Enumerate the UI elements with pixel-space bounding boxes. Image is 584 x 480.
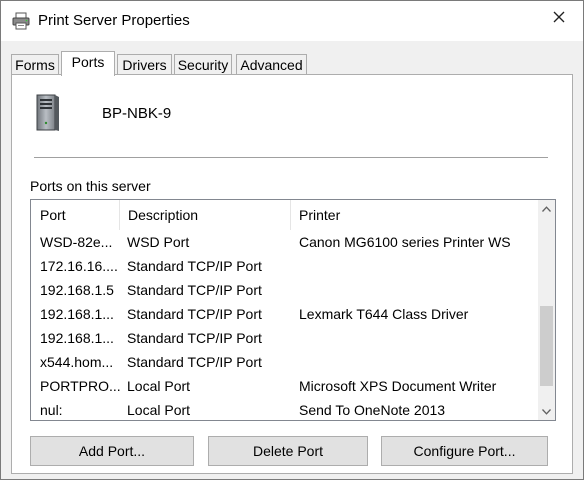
server-name: BP-NBK-9 xyxy=(102,105,172,122)
tab-forms[interactable]: Forms xyxy=(11,54,59,74)
printer-icon xyxy=(12,12,30,30)
scroll-thumb[interactable] xyxy=(540,306,553,386)
vertical-scrollbar[interactable] xyxy=(538,200,555,420)
port-name: PORTPRO... xyxy=(40,378,121,394)
port-row[interactable]: 192.168.1.5 Standard TCP/IP Port xyxy=(31,278,523,302)
configure-port-button[interactable]: Configure Port... xyxy=(381,436,548,466)
port-name: 192.168.1... xyxy=(40,330,114,346)
server-icon xyxy=(34,93,60,133)
port-printer xyxy=(299,278,523,302)
ports-list[interactable]: Port Description Printer WSD-82e... WSD … xyxy=(30,199,556,421)
port-row[interactable]: PORTPRO... Local Port Microsoft XPS Docu… xyxy=(31,374,523,398)
close-icon xyxy=(553,11,565,23)
chevron-up-icon xyxy=(542,205,551,212)
tab-security[interactable]: Security xyxy=(174,54,232,74)
port-row[interactable]: 192.168.1... Standard TCP/IP Port Lexmar… xyxy=(31,302,523,326)
scroll-down-button[interactable] xyxy=(538,403,555,420)
port-name: 192.168.1... xyxy=(40,306,114,322)
ports-tab-panel: BP-NBK-9 Ports on this server Port Descr… xyxy=(11,74,573,474)
port-name: 192.168.1.5 xyxy=(40,282,114,298)
port-printer xyxy=(299,350,523,374)
port-printer xyxy=(299,254,523,278)
port-description: Standard TCP/IP Port xyxy=(127,306,262,322)
port-description: WSD Port xyxy=(127,234,190,250)
tab-advanced[interactable]: Advanced xyxy=(236,54,307,74)
port-row[interactable]: 192.168.1... Standard TCP/IP Port xyxy=(31,326,523,350)
port-name: nul: xyxy=(40,402,63,418)
port-printer: Microsoft XPS Document Writer xyxy=(299,378,497,394)
chevron-down-icon xyxy=(542,408,551,415)
port-description: Local Port xyxy=(127,402,191,418)
column-header-port[interactable]: Port xyxy=(31,200,119,230)
add-port-button[interactable]: Add Port... xyxy=(30,436,194,466)
port-name: x544.hom... xyxy=(40,354,114,370)
port-row[interactable]: 172.16.16.... Standard TCP/IP Port xyxy=(31,254,523,278)
port-row[interactable]: x544.hom... Standard TCP/IP Port xyxy=(31,350,523,374)
scroll-up-button[interactable] xyxy=(538,200,555,217)
port-description: Standard TCP/IP Port xyxy=(127,282,262,298)
ports-list-label: Ports on this server xyxy=(30,178,151,194)
port-printer: Send To OneNote 2013 xyxy=(299,402,446,418)
delete-port-button[interactable]: Delete Port xyxy=(208,436,368,466)
tab-drivers[interactable]: Drivers xyxy=(117,54,172,74)
tab-ports[interactable]: Ports xyxy=(61,51,115,76)
window-title: Print Server Properties xyxy=(38,12,190,29)
port-printer: Lexmark T644 Class Driver xyxy=(299,306,469,322)
ports-list-header: Port Description Printer xyxy=(31,200,523,230)
column-header-description[interactable]: Description xyxy=(119,200,290,230)
port-printer xyxy=(299,326,523,350)
port-row[interactable]: nul: Local Port Send To OneNote 2013 xyxy=(31,398,523,420)
port-description: Standard TCP/IP Port xyxy=(127,258,262,274)
port-name: WSD-82e... xyxy=(40,234,113,250)
port-name: 172.16.16.... xyxy=(40,258,118,274)
title-bar[interactable]: Print Server Properties xyxy=(1,1,583,41)
port-description: Standard TCP/IP Port xyxy=(127,330,262,346)
port-description: Standard TCP/IP Port xyxy=(127,354,262,370)
print-server-properties-window: Print Server Properties Forms Ports Driv… xyxy=(0,0,584,480)
dialog-client-area: Forms Ports Drivers Security Advanced BP… xyxy=(1,41,583,479)
port-row[interactable]: WSD-82e... WSD Port Canon MG6100 series … xyxy=(31,230,523,254)
port-printer: Canon MG6100 series Printer WS xyxy=(299,234,511,250)
close-button[interactable] xyxy=(549,7,569,27)
divider xyxy=(34,157,548,158)
port-description: Local Port xyxy=(127,378,191,394)
column-header-printer[interactable]: Printer xyxy=(290,200,523,230)
